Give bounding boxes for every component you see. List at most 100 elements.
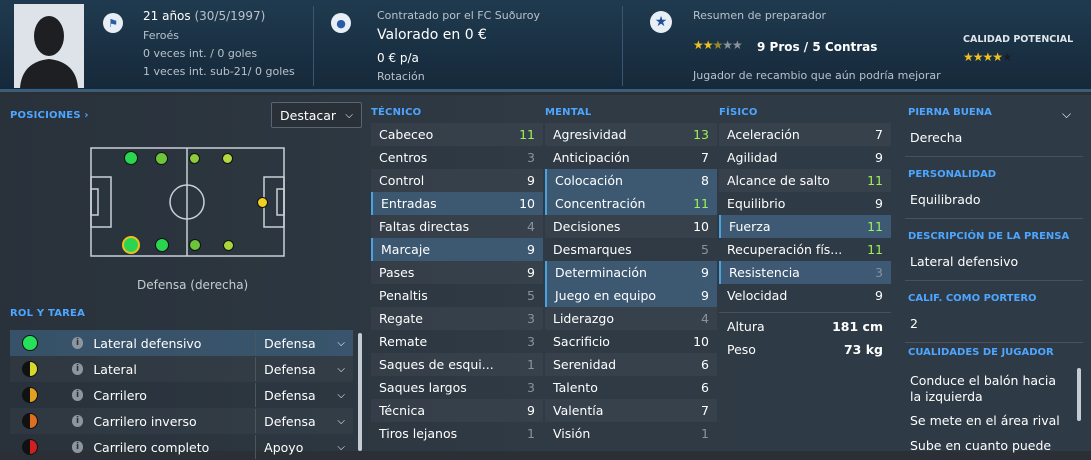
duty-dropdown[interactable]: Defensa ⌵: [255, 331, 353, 355]
role-row[interactable]: i Carrilero completo Apoyo ⌵: [10, 434, 353, 460]
role-row[interactable]: i Carrilero Defensa ⌵: [10, 382, 353, 408]
fisico-attr-row[interactable]: Agilidad 9: [719, 146, 891, 169]
club-badge-icon: ●: [331, 13, 351, 33]
attr-value: 7: [701, 150, 709, 165]
player-nation[interactable]: Feroés: [143, 29, 179, 42]
info-icon[interactable]: i: [71, 389, 84, 401]
mental-attr-row[interactable]: Liderazgo 4: [545, 307, 717, 330]
info-icon[interactable]: i: [71, 441, 84, 453]
pros-cons[interactable]: 9 Pros / 5 Contras: [757, 40, 877, 54]
fisico-attr-row[interactable]: Aceleración 7: [719, 123, 891, 146]
weight-row: Peso 73 kg: [727, 342, 883, 357]
info-icon[interactable]: i: [71, 415, 84, 427]
mental-attr-row[interactable]: Serenidad 6: [545, 353, 717, 376]
tecnico-attr-row[interactable]: Saques largos 3: [371, 376, 543, 399]
attr-value: 8: [701, 173, 709, 188]
duty-dropdown[interactable]: Apoyo ⌵: [255, 435, 353, 459]
tecnico-attr-row[interactable]: Saques de esqui... 1: [371, 353, 543, 376]
tecnico-attr-row[interactable]: Centros 3: [371, 146, 543, 169]
tecnico-title: TÉCNICO: [371, 107, 422, 118]
mental-attr-row[interactable]: Desmarques 5: [545, 238, 717, 261]
mental-attr-row[interactable]: Anticipación 7: [545, 146, 717, 169]
mental-attr-row[interactable]: Visión 1: [545, 422, 717, 445]
position-dm-left[interactable]: [124, 151, 138, 165]
tecnico-attr-row[interactable]: Remate 3: [371, 330, 543, 353]
tecnico-attr-row[interactable]: Faltas directas 4: [371, 215, 543, 238]
fisico-attr-row[interactable]: Velocidad 9: [719, 284, 891, 307]
position-wb-right[interactable]: [155, 238, 169, 252]
position-m-left[interactable]: [155, 152, 168, 165]
attr-name: Visión: [553, 426, 591, 441]
positions-title[interactable]: POSICIONES ›: [10, 110, 89, 121]
fisico-attr-row[interactable]: Resistencia 3: [719, 261, 891, 284]
attr-name: Juego en equipo: [555, 288, 657, 303]
tecnico-attr-row[interactable]: Penaltis 5: [371, 284, 543, 307]
fisico-attr-row[interactable]: Recuperación fís... 11: [719, 238, 891, 261]
tecnico-attr-row[interactable]: Marcaje 9: [371, 238, 543, 261]
highlight-dropdown[interactable]: Destacar ⌵: [271, 102, 362, 128]
fisico-attr-row[interactable]: Fuerza 11: [719, 215, 891, 238]
role-row[interactable]: i Lateral Defensa ⌵: [10, 356, 353, 382]
mental-attr-row[interactable]: Juego en equipo 9: [545, 284, 717, 307]
role-row[interactable]: i Lateral defensivo Defensa ⌵: [10, 330, 353, 356]
attr-value: 4: [527, 219, 535, 234]
mental-attr-row[interactable]: Valentía 7: [545, 399, 717, 422]
attr-value: 10: [693, 334, 709, 349]
position-am-left[interactable]: [189, 153, 200, 164]
club-contract[interactable]: Contratado por el FC Suðuroy: [377, 9, 540, 22]
attr-name: Serenidad: [553, 357, 617, 372]
duty-label: Defensa: [264, 387, 316, 403]
tecnico-attr-row[interactable]: Técnica 9: [371, 399, 543, 422]
attr-value: 9: [875, 150, 883, 165]
duty-dropdown[interactable]: Defensa ⌵: [255, 357, 353, 381]
height-row: Altura 181 cm: [727, 319, 883, 334]
attr-value: 9: [527, 403, 535, 418]
mental-attr-row[interactable]: Concentración 11: [545, 192, 717, 215]
mental-attr-row[interactable]: Agresividad 13: [545, 123, 717, 146]
attr-name: Equilibrio: [727, 196, 786, 211]
chevron-down-icon[interactable]: ⌵: [1062, 107, 1071, 122]
position-am-centre[interactable]: [257, 197, 268, 208]
fisico-title: FÍSICO: [719, 107, 758, 118]
mental-attr-row[interactable]: Talento 6: [545, 376, 717, 399]
role-suitability-icon: [22, 361, 38, 377]
trait-item[interactable]: Conduce el balón hacia la izquierda: [910, 373, 1060, 405]
attr-name: Marcaje: [381, 242, 431, 257]
duty-dropdown[interactable]: Defensa ⌵: [255, 409, 353, 433]
potential-stars: ★★★★★: [963, 50, 1013, 64]
trait-item[interactable]: Se mete en el área rival: [910, 413, 1060, 428]
position-st-left[interactable]: [222, 153, 233, 164]
tecnico-attr-row[interactable]: Cabeceo 11: [371, 123, 543, 146]
tecnico-attr-row[interactable]: Regate 3: [371, 307, 543, 330]
fisico-attr-row[interactable]: Alcance de salto 11: [719, 169, 891, 192]
selected-position-label: Defensa (derecha): [137, 278, 249, 292]
coach-report-title[interactable]: Resumen de preparador: [693, 9, 826, 22]
duty-dropdown[interactable]: Defensa ⌵: [255, 383, 353, 407]
fisico-attr-row[interactable]: Equilibrio 9: [719, 192, 891, 215]
traits-scrollbar[interactable]: [1077, 368, 1081, 421]
avatar: [14, 4, 84, 88]
roles-scrollbar[interactable]: [358, 333, 362, 451]
role-row[interactable]: i Carrilero inverso Defensa ⌵: [10, 408, 353, 434]
attr-value: 9: [527, 173, 535, 188]
tecnico-attr-row[interactable]: Pases 9: [371, 261, 543, 284]
position-m-right[interactable]: [189, 239, 201, 251]
player-age: 21 años: [143, 9, 191, 23]
mental-attr-row[interactable]: Sacrificio 10: [545, 330, 717, 353]
position-am-right[interactable]: [223, 240, 234, 251]
attr-value: 1: [527, 426, 535, 441]
tecnico-attr-row[interactable]: Tiros lejanos 1: [371, 422, 543, 445]
info-icon[interactable]: i: [71, 337, 84, 349]
mental-attr-row[interactable]: Determinación 9: [545, 261, 717, 284]
traits-label: CUALIDADES DE JUGADOR: [908, 347, 1054, 358]
chevron-down-icon: ⌵: [337, 337, 346, 349]
tecnico-attr-row[interactable]: Control 9: [371, 169, 543, 192]
duty-label: Defensa: [264, 361, 316, 377]
attr-name: Agresividad: [553, 127, 627, 142]
info-icon[interactable]: i: [71, 363, 84, 375]
role-name: Lateral defensivo: [93, 335, 202, 351]
position-d-right[interactable]: [122, 236, 140, 254]
tecnico-attr-row[interactable]: Entradas 10: [371, 192, 543, 215]
mental-attr-row[interactable]: Decisiones 10: [545, 215, 717, 238]
mental-attr-row[interactable]: Colocación 8: [545, 169, 717, 192]
